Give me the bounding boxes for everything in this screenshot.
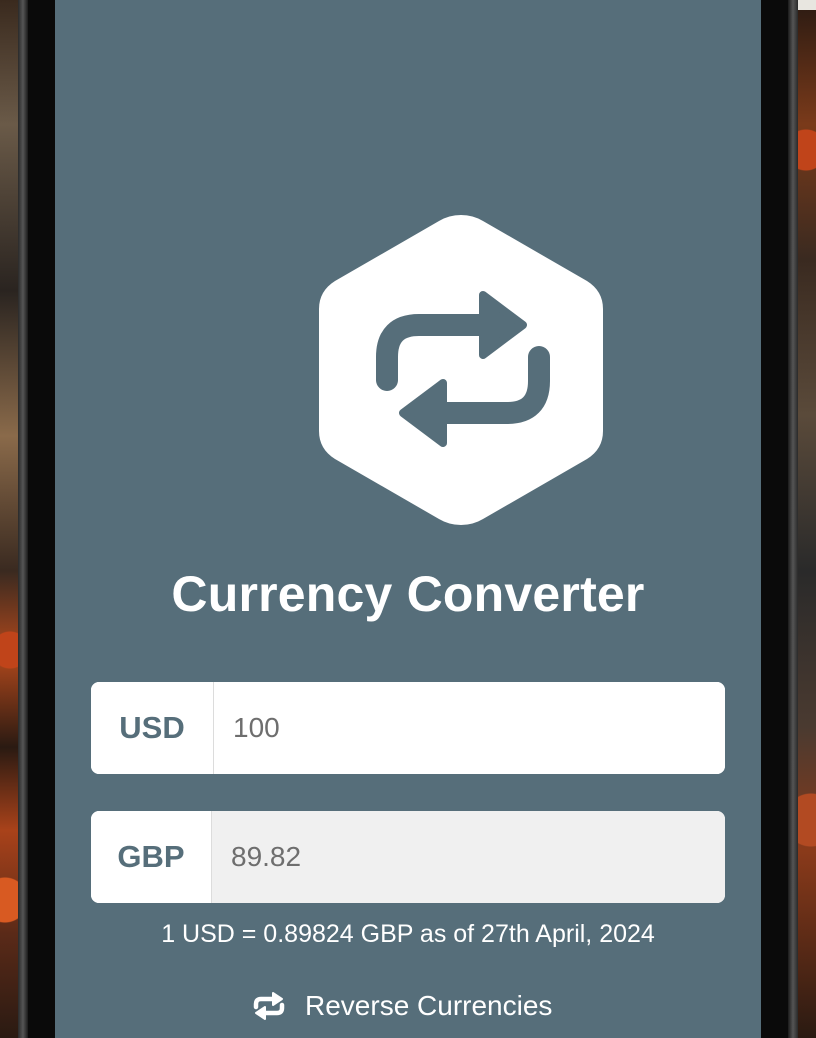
reverse-currencies-button[interactable]: Reverse Currencies	[251, 984, 552, 1028]
phone-bezel-right	[788, 0, 798, 1038]
from-currency-field: USD	[91, 682, 725, 774]
exchange-rate-text: 1 USD = 0.89824 GBP as of 27th April, 20…	[161, 920, 655, 948]
swap-arrows-icon	[253, 992, 285, 1020]
from-amount-input[interactable]	[214, 682, 725, 774]
from-currency-code[interactable]: USD	[91, 682, 214, 774]
to-currency-field: GBP	[91, 811, 725, 903]
phone-bezel-left	[18, 0, 28, 1038]
app-title: Currency Converter	[171, 566, 645, 622]
to-amount-output	[212, 811, 725, 903]
reverse-currencies-label: Reverse Currencies	[305, 990, 553, 1021]
app-screen: Currency Converter USD GBP 1 USD = 0.898…	[55, 0, 761, 1038]
to-currency-code[interactable]: GBP	[91, 811, 212, 903]
exchange-arrows-hexagon-icon	[319, 215, 603, 525]
